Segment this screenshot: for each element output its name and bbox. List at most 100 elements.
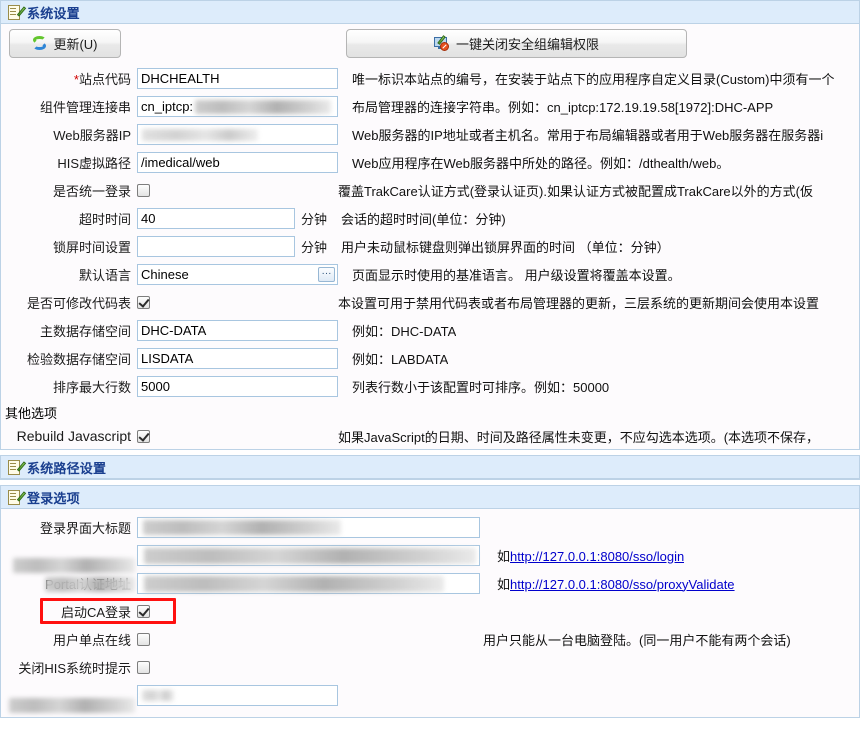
close-perm-button-label: 一键关闭安全组编辑权限 bbox=[455, 37, 599, 52]
default-language-value: Chinese bbox=[141, 266, 189, 282]
site-code-input[interactable]: DHCHEALTH bbox=[137, 67, 338, 89]
label-login-title: 登录界面大标题 bbox=[39, 520, 131, 536]
hint-max-sort-rows: 列表行数小于该配置时可排序。例如：50000 bbox=[352, 379, 610, 395]
label-lab-data-namespace: 检验数据存储空间 bbox=[26, 351, 131, 367]
note-edit-icon bbox=[8, 5, 27, 20]
label-portal-validate-url: Portal认证地址 bbox=[1, 574, 137, 593]
hint-prefix: 如 bbox=[497, 576, 511, 592]
hint-lab-data-namespace: 例如：LABDATA bbox=[352, 351, 449, 367]
redaction-blur bbox=[45, 576, 135, 592]
redaction-blur bbox=[9, 698, 135, 713]
form-row-sso-login-url: 如http://127.0.0.1:8080/sso/login bbox=[1, 541, 859, 573]
label-timeout: 超时时间 bbox=[78, 211, 131, 227]
timeout-input[interactable]: 40 bbox=[137, 207, 295, 229]
form-row-component-conn-string: 组件管理连接串 cn_iptcp: 布局管理器的连接字符串。例如：cn_iptc… bbox=[1, 92, 859, 120]
redacted-last-input[interactable] bbox=[137, 684, 338, 706]
close-security-group-edit-permission-button[interactable]: 一键关闭安全组编辑权限 bbox=[346, 29, 687, 58]
form-row-enable-ca-login: 启动CA登录 bbox=[1, 597, 859, 625]
form-row-his-virtual-path: HIS虚拟路径 /imedical/web Web应用程序在Web服务器中所处的… bbox=[1, 148, 859, 176]
hint-site-code: 唯一标识本站点的编号，在安装于站点下的应用程序自定义目录(Custom)中须有一… bbox=[352, 71, 835, 87]
label-lockscreen-time: 锁屏时间设置 bbox=[52, 239, 131, 255]
lab-data-namespace-input[interactable]: LISDATA bbox=[137, 347, 338, 369]
single-session-checkbox[interactable] bbox=[137, 632, 150, 646]
label-default-language: 默认语言 bbox=[78, 267, 131, 283]
redaction-blur bbox=[195, 99, 331, 114]
label-his-virtual-path: HIS虚拟路径 bbox=[57, 155, 131, 171]
redaction-blur bbox=[144, 575, 444, 592]
note-edit-icon bbox=[8, 490, 27, 505]
label-code-table-editable: 是否可修改代码表 bbox=[26, 295, 131, 311]
unit-timeout: 分钟 bbox=[301, 211, 328, 227]
hint-unified-login: 覆盖TrakCare认证方式(登录认证页).如果认证方式被配置成TrakCare… bbox=[338, 183, 813, 199]
hint-main-data-namespace: 例如：DHC-DATA bbox=[352, 323, 457, 339]
update-button[interactable]: 更新(U) bbox=[9, 29, 121, 58]
panel-system-path-settings: 系统路径设置 bbox=[0, 455, 860, 480]
main-data-namespace-input[interactable]: DHC-DATA bbox=[137, 319, 338, 341]
hint-prefix: 如 bbox=[497, 548, 511, 564]
close-his-prompt-checkbox[interactable] bbox=[137, 660, 150, 674]
form-row-login-title: 登录界面大标题 bbox=[1, 513, 859, 541]
label-main-data-namespace: 主数据存储空间 bbox=[39, 323, 131, 339]
label-unified-login: 是否统一登录 bbox=[52, 183, 131, 199]
lockscreen-time-input[interactable] bbox=[137, 235, 295, 257]
unified-login-checkbox[interactable] bbox=[137, 183, 150, 197]
form-row-portal-validate-url: Portal认证地址 如http://127.0.0.1:8080/sso/pr… bbox=[1, 569, 859, 597]
sso-login-url-input[interactable] bbox=[137, 544, 480, 566]
portal-validate-url-link[interactable]: http://127.0.0.1:8080/sso/proxyValidate bbox=[510, 577, 735, 592]
label-site-code: *站点代码 bbox=[73, 71, 131, 87]
unit-lockscreen-time: 分钟 bbox=[301, 239, 328, 255]
panel-header-system-settings: 系统设置 bbox=[1, 1, 859, 24]
web-server-ip-input[interactable] bbox=[137, 123, 338, 145]
hint-rebuild-javascript: 如果JavaScript的日期、时间及路径属性未变更，不应勾选本选项。(本选项不… bbox=[338, 429, 820, 445]
system-settings-page: 系统设置 更新(U) 一键关闭安全组编辑权限 *站点代码 DHCHEALTH 唯… bbox=[0, 0, 860, 740]
default-language-input[interactable]: Chinese ··· bbox=[137, 263, 338, 285]
redaction-blur bbox=[142, 128, 258, 141]
form-row-main-data-namespace: 主数据存储空间 DHC-DATA 例如：DHC-DATA bbox=[1, 316, 859, 344]
portal-validate-url-input[interactable] bbox=[137, 572, 480, 594]
toolbar: 更新(U) 一键关闭安全组编辑权限 bbox=[1, 24, 859, 64]
panel-system-settings: 系统设置 更新(U) 一键关闭安全组编辑权限 *站点代码 DHCHEALTH 唯… bbox=[0, 0, 860, 450]
hint-portal-validate-url: 如http://127.0.0.1:8080/sso/proxyValidate bbox=[497, 574, 735, 593]
form-row-site-code: *站点代码 DHCHEALTH 唯一标识本站点的编号，在安装于站点下的应用程序自… bbox=[1, 64, 859, 92]
code-table-editable-checkbox[interactable] bbox=[137, 295, 150, 309]
sso-login-url-link[interactable]: http://127.0.0.1:8080/sso/login bbox=[510, 549, 684, 564]
panel-body-login-options: 登录界面大标题 如http://127.0.0.1:8080/sso/login bbox=[1, 509, 859, 717]
panel-body-system-settings: 更新(U) 一键关闭安全组编辑权限 *站点代码 DHCHEALTH 唯一标识本站… bbox=[1, 24, 859, 449]
other-options-group-label: 其他选项 bbox=[5, 406, 58, 421]
label-single-session: 用户单点在线 bbox=[52, 632, 131, 648]
hint-his-virtual-path: Web应用程序在Web服务器中所处的路径。例如：/dthealth/web。 bbox=[352, 155, 730, 171]
update-button-label: 更新(U) bbox=[53, 37, 98, 52]
language-picker-button[interactable]: ··· bbox=[318, 266, 335, 282]
label-web-server-ip: Web服务器IP bbox=[53, 127, 131, 143]
form-row-timeout: 超时时间 40 分钟 会话的超时时间(单位：分钟) bbox=[1, 204, 859, 232]
label-rebuild-javascript: Rebuild Javascript bbox=[16, 428, 131, 444]
hint-component-conn-string: 布局管理器的连接字符串。例如：cn_iptcp:172.19.19.58[197… bbox=[352, 99, 774, 115]
form-row-lab-data-namespace: 检验数据存储空间 LISDATA 例如：LABDATA bbox=[1, 344, 859, 372]
panel-header-login-options[interactable]: 登录选项 bbox=[1, 486, 859, 509]
form-row-lockscreen-time: 锁屏时间设置 分钟 用户未动鼠标键盘则弹出锁屏界面的时间 （单位：分钟） bbox=[1, 232, 859, 260]
his-virtual-path-input[interactable]: /imedical/web bbox=[137, 151, 338, 173]
form-row-max-sort-rows: 排序最大行数 5000 列表行数小于该配置时可排序。例如：50000 bbox=[1, 372, 859, 400]
panel-login-options: 登录选项 登录界面大标题 如http://127.0.0.1:8080/sso/… bbox=[0, 485, 860, 718]
rebuild-javascript-checkbox[interactable] bbox=[137, 429, 150, 443]
form-row-unified-login: 是否统一登录 覆盖TrakCare认证方式(登录认证页).如果认证方式被配置成T… bbox=[1, 176, 859, 204]
hint-default-language: 页面显示时使用的基准语言。 用户级设置将覆盖本设置。 bbox=[352, 267, 681, 283]
hint-web-server-ip: Web服务器的IP地址或者主机名。常用于布局编辑器或者用于Web服务器在服务器i bbox=[352, 127, 824, 143]
form-row-code-table-editable: 是否可修改代码表 本设置可用于禁用代码表或者布局管理器的更新，三层系统的更新期间… bbox=[1, 288, 859, 316]
label-max-sort-rows: 排序最大行数 bbox=[52, 379, 131, 395]
hint-timeout: 会话的超时时间(单位：分钟) bbox=[341, 211, 506, 227]
max-sort-rows-input[interactable]: 5000 bbox=[137, 375, 338, 397]
form-row-single-session: 用户单点在线 用户只能从一台电脑登陆。(同一用户不能有两个会话) bbox=[1, 625, 859, 653]
label-enable-ca-login: 启动CA登录 bbox=[60, 604, 131, 620]
hint-sso-login-url: 如http://127.0.0.1:8080/sso/login bbox=[497, 546, 684, 565]
monitor-deny-icon bbox=[433, 35, 450, 51]
component-conn-string-input[interactable]: cn_iptcp: bbox=[137, 95, 338, 117]
component-conn-string-value: cn_iptcp: bbox=[141, 98, 194, 114]
panel-header-system-path-settings[interactable]: 系统路径设置 bbox=[1, 456, 859, 479]
enable-ca-login-checkbox[interactable] bbox=[137, 604, 150, 618]
form-row-redacted-last bbox=[1, 681, 859, 713]
hint-code-table-editable: 本设置可用于禁用代码表或者布局管理器的更新，三层系统的更新期间会使用本设置 bbox=[338, 295, 820, 311]
login-title-input[interactable] bbox=[137, 516, 480, 538]
form-row-rebuild-javascript: Rebuild Javascript 如果JavaScript的日期、时间及路径… bbox=[1, 423, 859, 449]
redaction-blur bbox=[13, 558, 135, 573]
